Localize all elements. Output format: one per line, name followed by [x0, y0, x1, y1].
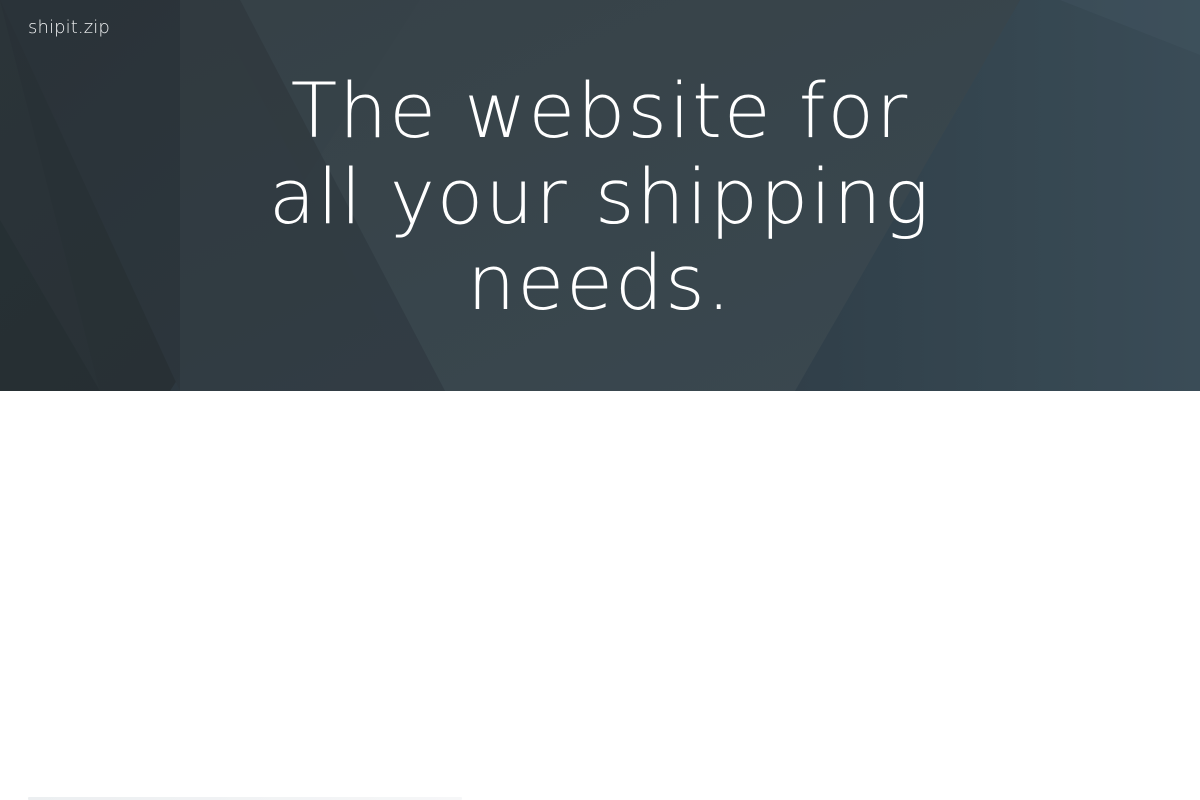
page-content: [0, 391, 1200, 800]
hero-headline-line: all your shipping: [268, 152, 932, 241]
site-logo[interactable]: shipit.zip: [28, 16, 110, 40]
hero-banner: shipit.zip The website for all your ship…: [0, 0, 1200, 391]
hero-headline-line: needs.: [467, 238, 733, 327]
hero-headline: The website for all your shipping needs.: [0, 68, 1200, 326]
hero-headline-line: The website for: [290, 66, 910, 155]
